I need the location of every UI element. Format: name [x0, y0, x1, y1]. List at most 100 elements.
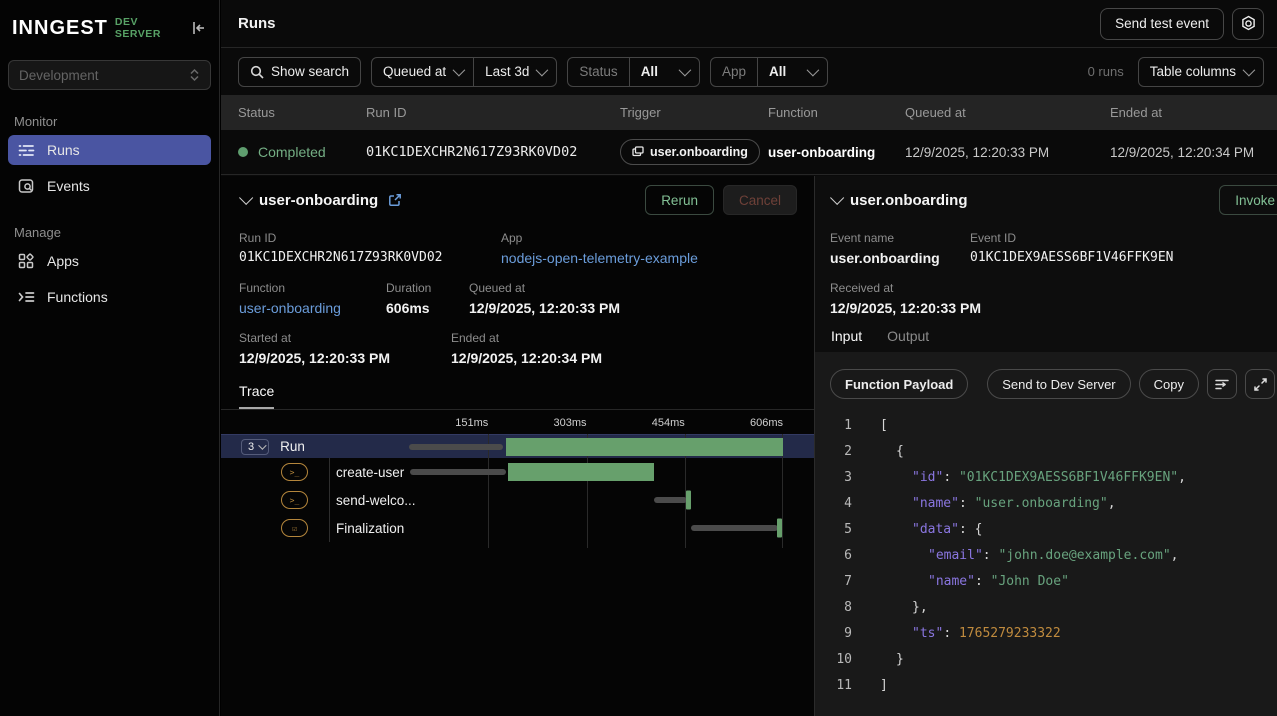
trace-row[interactable]: 3Run: [221, 434, 814, 458]
app-label: App: [501, 231, 796, 245]
code-line: 11]: [815, 672, 1277, 698]
tab-input[interactable]: Input: [831, 328, 862, 354]
function-payload-chip[interactable]: Function Payload: [830, 369, 968, 399]
collapse-sidebar-icon[interactable]: [191, 20, 207, 36]
chevron-down-icon: [679, 64, 692, 77]
table-columns-button[interactable]: Table columns: [1138, 57, 1264, 87]
sidebar-item-runs[interactable]: Runs: [8, 135, 211, 165]
event-detail-panel: user.onboarding Invoke Event name user.o…: [814, 176, 1277, 716]
logo-row: INNGEST DEV SERVER: [0, 0, 219, 56]
word-wrap-icon: [1215, 378, 1229, 390]
sidebar-item-label: Events: [47, 178, 90, 194]
status-label: Completed: [258, 144, 326, 160]
status-filter[interactable]: All: [630, 58, 699, 86]
line-number: 3: [815, 470, 852, 485]
rerun-button[interactable]: Rerun: [645, 185, 714, 215]
copy-button[interactable]: Copy: [1139, 369, 1199, 399]
event-id-label: Event ID: [970, 231, 1259, 245]
trace-row[interactable]: >_send-welco...: [221, 486, 814, 514]
sidebar-item-label: Runs: [47, 142, 80, 158]
started-at-value: 12/9/2025, 12:20:33 PM: [239, 350, 451, 366]
duration-label: Duration: [386, 281, 469, 295]
queued-at-label: Queued at: [469, 281, 796, 295]
code-line: 10}: [815, 646, 1277, 672]
trace-axis-label: 454ms: [652, 417, 685, 429]
column-header: Trigger: [620, 105, 768, 120]
json-payload-editor: 1[2{3"id": "01KC1DEX9AESS6BF1V46FFK9EN",…: [815, 412, 1277, 698]
status-filter-label: Status: [568, 58, 628, 86]
send-test-event-button[interactable]: Send test event: [1100, 8, 1224, 40]
trigger-pill[interactable]: user.onboarding: [620, 139, 760, 165]
updown-chevron-icon: [189, 68, 200, 82]
invoke-button[interactable]: Invoke: [1219, 185, 1277, 215]
external-link-icon[interactable]: [388, 193, 402, 207]
runs-count: 0 runs: [1088, 64, 1124, 79]
queued-at-cell: 12/9/2025, 12:20:33 PM: [905, 145, 1110, 160]
table-row[interactable]: Completed 01KC1DEXCHR2N617Z93RK0VD02 use…: [221, 130, 1277, 175]
status-filter-group: Status All: [567, 57, 700, 87]
code-line: 9"ts": 1765279233322: [815, 620, 1277, 646]
collapse-run-chevron-icon[interactable]: [239, 191, 253, 205]
payload-section: Function Payload Send to Dev Server Copy: [815, 352, 1277, 716]
sidebar-item-events[interactable]: Events: [8, 171, 211, 201]
main-area: Runs Send test event Show search: [221, 0, 1277, 716]
code-line: 7"name": "John Doe": [815, 568, 1277, 594]
functions-icon: [17, 288, 35, 306]
time-range-filter[interactable]: Last 3d: [474, 58, 556, 86]
tab-output[interactable]: Output: [887, 328, 929, 354]
sidebar-item-functions[interactable]: Functions: [8, 282, 211, 312]
send-to-dev-server-button[interactable]: Send to Dev Server: [987, 369, 1130, 399]
trace-queue-segment: [410, 469, 506, 475]
runs-table: Status Run ID Trigger Function Queued at…: [221, 95, 1277, 175]
trace-duration-bar: [508, 463, 654, 481]
code-line: 3"id": "01KC1DEX9AESS6BF1V46FFK9EN",: [815, 464, 1277, 490]
settings-button[interactable]: [1232, 8, 1264, 40]
trace-time-axis: 151ms 303ms 454ms 606ms: [390, 416, 783, 434]
code-line: 4"name": "user.onboarding",: [815, 490, 1277, 516]
code-line: 5"data": {: [815, 516, 1277, 542]
queued-at-filter[interactable]: Queued at: [372, 58, 473, 86]
app-link[interactable]: nodejs-open-telemetry-example: [501, 250, 796, 266]
app-filter[interactable]: All: [758, 58, 827, 86]
trace-axis-label: 303ms: [553, 417, 586, 429]
environment-select[interactable]: Development: [8, 60, 211, 90]
events-icon: [17, 177, 35, 195]
line-number: 2: [815, 444, 852, 459]
line-number: 6: [815, 548, 852, 563]
chevron-down-icon: [1243, 64, 1256, 77]
run-detail-title: user-onboarding: [259, 192, 378, 209]
chevron-down-icon: [536, 64, 549, 77]
finalization-check-icon: ☑: [281, 519, 308, 537]
apps-icon: [17, 252, 35, 270]
line-number: 8: [815, 600, 852, 615]
trace-axis-label: 606ms: [750, 417, 783, 429]
trace-axis-label: 151ms: [455, 417, 488, 429]
code-line: 2{: [815, 438, 1277, 464]
trace-expander-badge[interactable]: 3: [241, 439, 269, 455]
ended-at-cell: 12/9/2025, 12:20:34 PM: [1110, 145, 1277, 160]
environment-select-value: Development: [19, 68, 99, 83]
inngest-logo: INNGEST: [12, 17, 108, 40]
show-search-button[interactable]: Show search: [238, 57, 361, 87]
trace-tree-guide: [329, 458, 330, 542]
line-number: 1: [815, 418, 852, 433]
ended-at-value: 12/9/2025, 12:20:34 PM: [451, 350, 796, 366]
tab-trace[interactable]: Trace: [239, 383, 274, 409]
event-name-value: user.onboarding: [830, 250, 970, 266]
queued-at-value: 12/9/2025, 12:20:33 PM: [469, 300, 796, 316]
sidebar-item-apps[interactable]: Apps: [8, 246, 211, 276]
trace-row[interactable]: ☑Finalization: [221, 514, 814, 542]
function-link[interactable]: user-onboarding: [239, 300, 386, 316]
ended-at-label: Ended at: [451, 331, 796, 345]
trace-row[interactable]: >_create-user: [221, 458, 814, 486]
code-line: 1[: [815, 412, 1277, 438]
runs-icon: [17, 141, 35, 159]
monitor-section-label: Monitor: [0, 114, 219, 129]
cancel-button[interactable]: Cancel: [723, 185, 797, 215]
step-run-icon: >_: [281, 491, 308, 509]
expand-button[interactable]: [1245, 369, 1275, 399]
event-name-label: Event name: [830, 231, 970, 245]
collapse-event-chevron-icon[interactable]: [830, 191, 844, 205]
table-header-row: Status Run ID Trigger Function Queued at…: [221, 95, 1277, 130]
word-wrap-button[interactable]: [1207, 369, 1237, 399]
